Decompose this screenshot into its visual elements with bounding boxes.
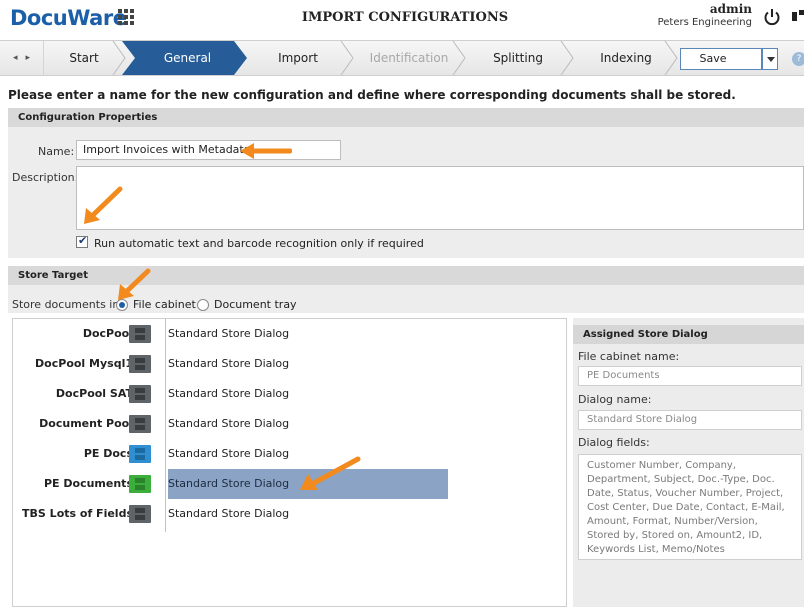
name-label: Name: <box>38 145 75 158</box>
step-indexing[interactable]: Indexing <box>578 41 674 75</box>
description-label: Description: <box>12 171 79 184</box>
cabinet-name: DocPool Mysql1 <box>35 357 133 370</box>
cabinet-name: PE Docs <box>83 447 133 460</box>
file-cabinet-gray-icon <box>129 355 151 373</box>
app-header: DocuWare IMPORT CONFIGURATIONS admin Pet… <box>0 0 804 36</box>
cabinet-row-docpool-sat[interactable]: DocPool SAT Standard Store Dialog <box>13 379 446 409</box>
dialog-name-label: Dialog name: <box>578 393 652 406</box>
annotation-arrow-icon <box>84 186 123 224</box>
configuration-properties-header: Configuration Properties <box>8 108 804 127</box>
cabinet-dialog-name: Standard Store Dialog <box>168 507 290 520</box>
cabinet-row-document-pool[interactable]: Document Pool Standard Store Dialog <box>13 409 446 439</box>
app-grid-icon[interactable] <box>118 9 134 25</box>
cabinet-dialog-name: Standard Store Dialog <box>168 387 290 400</box>
file-cabinet-gray-icon <box>129 385 151 403</box>
cabinet-row-docpool[interactable]: DocPool Standard Store Dialog <box>13 319 446 349</box>
annotation-arrow-icon <box>300 456 361 490</box>
assigned-store-dialog-panel: Assigned Store Dialog File cabinet name:… <box>573 318 804 607</box>
cabinet-name: PE Documents <box>43 477 133 490</box>
document-tray-radio-label[interactable]: Document tray <box>214 298 297 311</box>
more-icon[interactable] <box>792 9 804 25</box>
cabinet-row-tbs-lots-of-fields[interactable]: TBS Lots of Fields Standard Store Dialog <box>13 499 446 529</box>
file-cabinet-gray-icon <box>129 415 151 433</box>
power-icon[interactable] <box>763 8 781 26</box>
cabinet-dialog-name: Standard Store Dialog <box>168 357 290 370</box>
save-dropdown-button[interactable] <box>762 48 778 70</box>
step-separator-icon <box>664 41 678 75</box>
recognition-checkbox-label[interactable]: Run automatic text and barcode recogniti… <box>94 237 424 250</box>
cabinet-name: TBS Lots of Fields <box>22 507 133 520</box>
file-cabinet-name-label: File cabinet name: <box>578 350 680 363</box>
file-cabinet-blue-icon <box>129 445 151 463</box>
step-separator-icon <box>112 41 126 75</box>
file-cabinet-gray-icon <box>129 325 151 343</box>
cabinet-dialog-name: Standard Store Dialog <box>168 327 290 340</box>
cabinet-dialog-name: Standard Store Dialog <box>168 417 290 430</box>
dialog-fields-label: Dialog fields: <box>578 436 650 449</box>
page-title: IMPORT CONFIGURATIONS <box>301 10 509 25</box>
cabinet-row-pe-documents[interactable]: PE Documents Standard Store Dialog <box>13 469 448 499</box>
document-tray-radio[interactable] <box>197 299 209 311</box>
step-separator-icon <box>340 41 354 75</box>
wizard-steps-bar: ◂ ▸ Start General Import Identification … <box>0 40 804 76</box>
annotation-arrow-icon <box>118 268 151 300</box>
store-in-label: Store documents in: <box>12 298 124 311</box>
cabinet-name: DocPool <box>82 327 133 340</box>
step-separator-icon <box>560 41 574 75</box>
step-identification: Identification <box>369 51 449 65</box>
recognition-checkbox[interactable] <box>76 234 88 248</box>
instruction-text: Please enter a name for the new configur… <box>8 88 736 102</box>
user-info[interactable]: admin Peters Engineering <box>658 3 752 29</box>
save-button[interactable]: Save <box>680 48 762 70</box>
cabinet-name: DocPool SAT <box>55 387 133 400</box>
cabinet-row-docpool-mysql1[interactable]: DocPool Mysql1 Standard Store Dialog <box>13 349 446 379</box>
step-import[interactable]: Import <box>250 41 346 75</box>
user-name: admin <box>709 2 752 16</box>
previous-arrow-icon[interactable]: ◂ <box>13 53 18 63</box>
dialog-name-field: Standard Store Dialog <box>578 410 802 430</box>
dialog-fields-list: Customer Number, Company, Department, Su… <box>578 454 802 560</box>
cabinet-name: Document Pool <box>39 417 133 430</box>
name-input[interactable]: Import Invoices with Metadata <box>76 140 341 160</box>
step-navigation[interactable]: ◂ ▸ <box>0 41 44 75</box>
file-cabinet-gray-icon <box>129 505 151 523</box>
file-cabinet-green-icon <box>129 475 151 493</box>
step-splitting[interactable]: Splitting <box>470 41 566 75</box>
cabinet-row-pe-docs[interactable]: PE Docs Standard Store Dialog <box>13 439 446 469</box>
help-icon[interactable]: ? <box>792 52 804 66</box>
assigned-store-dialog-header: Assigned Store Dialog <box>573 325 804 344</box>
step-start[interactable]: Start <box>46 41 122 75</box>
file-cabinet-name-field: PE Documents <box>578 366 802 386</box>
annotation-arrow-icon <box>240 143 292 159</box>
file-cabinet-list: DocPool Standard Store Dialog DocPool My… <box>12 318 567 607</box>
next-arrow-icon[interactable]: ▸ <box>26 53 31 63</box>
step-separator-icon <box>452 41 466 75</box>
description-textarea[interactable] <box>76 166 804 230</box>
step-general[interactable]: General <box>135 41 240 75</box>
organization-name: Peters Engineering <box>657 17 752 28</box>
docuware-logo[interactable]: DocuWare <box>10 6 127 30</box>
